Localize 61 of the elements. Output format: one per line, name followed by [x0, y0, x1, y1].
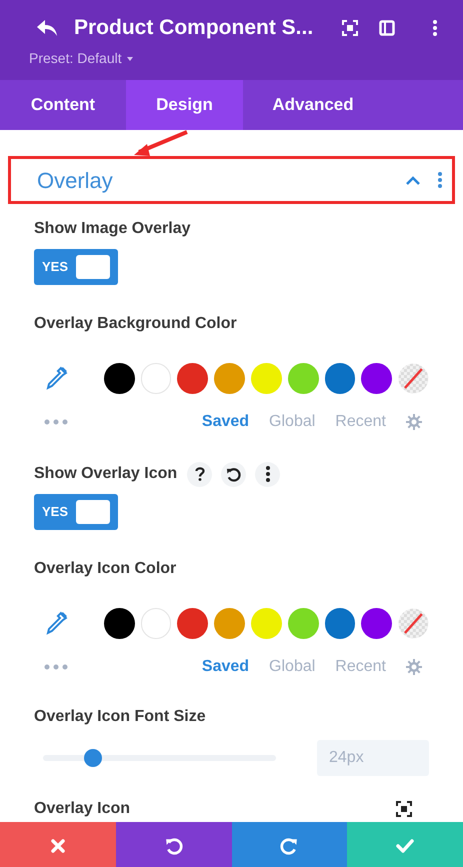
- color-swatch[interactable]: [288, 608, 319, 638]
- tab[interactable]: Advanced: [243, 80, 383, 130]
- check-icon: [396, 838, 414, 852]
- settings-icon[interactable]: [406, 659, 422, 675]
- toggle-switch[interactable]: YES: [34, 494, 118, 530]
- eyedropper-icon[interactable]: [46, 366, 68, 390]
- help-icon[interactable]: [194, 467, 205, 481]
- palette-tab[interactable]: Recent: [335, 410, 386, 434]
- tab[interactable]: Content: [0, 80, 126, 130]
- panel-title: Product Component S...: [74, 15, 314, 41]
- color-swatch[interactable]: [324, 608, 356, 638]
- undo-button[interactable]: [116, 822, 232, 867]
- redo-button[interactable]: [232, 822, 348, 867]
- value-input[interactable]: 24px: [317, 740, 429, 776]
- color-swatch[interactable]: [251, 608, 282, 638]
- toggle-switch[interactable]: YES: [34, 249, 118, 285]
- field-label: Overlay Icon Color: [34, 559, 178, 579]
- chevron-icon[interactable]: [406, 176, 420, 184]
- color-swatch[interactable]: [140, 608, 172, 638]
- eyedropper-icon[interactable]: [46, 611, 68, 635]
- color-swatch[interactable]: [361, 362, 392, 394]
- field-label: Show Overlay Icon: [34, 464, 178, 484]
- no-color-swatch[interactable]: [398, 608, 430, 638]
- redo-icon: [280, 836, 298, 854]
- color-swatch[interactable]: [324, 362, 356, 394]
- palette-tab[interactable]: Recent: [335, 655, 386, 679]
- field-label: Overlay Icon Font Size: [34, 707, 207, 727]
- color-swatch[interactable]: [288, 362, 319, 394]
- color-swatch[interactable]: [214, 608, 246, 638]
- focus-icon[interactable]: [396, 801, 412, 817]
- slider-thumb[interactable]: [84, 749, 102, 767]
- tab[interactable]: Design: [126, 80, 243, 130]
- undo-icon: [164, 836, 183, 854]
- no-color-swatch[interactable]: [398, 362, 430, 394]
- annotation-arrow: [134, 130, 188, 156]
- color-swatch[interactable]: [251, 362, 282, 394]
- color-swatch[interactable]: [361, 608, 392, 638]
- color-swatch[interactable]: [104, 362, 135, 394]
- settings-icon[interactable]: [406, 414, 422, 430]
- more-icon[interactable]: [433, 20, 437, 36]
- color-swatch[interactable]: [104, 608, 135, 638]
- color-swatch[interactable]: [177, 362, 208, 394]
- color-swatch[interactable]: [177, 608, 208, 638]
- color-swatch[interactable]: [214, 362, 246, 394]
- palette-tab[interactable]: Saved: [202, 410, 250, 434]
- more-icon[interactable]: [266, 466, 270, 482]
- section-header[interactable]: Overlay: [8, 156, 455, 204]
- caret-icon[interactable]: [126, 56, 133, 60]
- palette-tab[interactable]: Global: [269, 410, 316, 434]
- field-label: Show Image Overlay: [34, 219, 191, 239]
- close-icon: [50, 838, 66, 854]
- section-title: Overlay: [37, 166, 113, 195]
- field-label: Overlay Background Color: [34, 314, 238, 334]
- field-label: Overlay Icon: [34, 799, 130, 819]
- preset-dropdown[interactable]: Preset: Default: [29, 48, 122, 68]
- palette-tab[interactable]: Saved: [202, 655, 250, 679]
- back-icon[interactable]: [36, 18, 58, 37]
- palette-tab[interactable]: Global: [269, 655, 316, 679]
- columns-icon[interactable]: [379, 20, 395, 36]
- reset-icon[interactable]: [226, 466, 242, 482]
- color-swatch[interactable]: [140, 362, 172, 394]
